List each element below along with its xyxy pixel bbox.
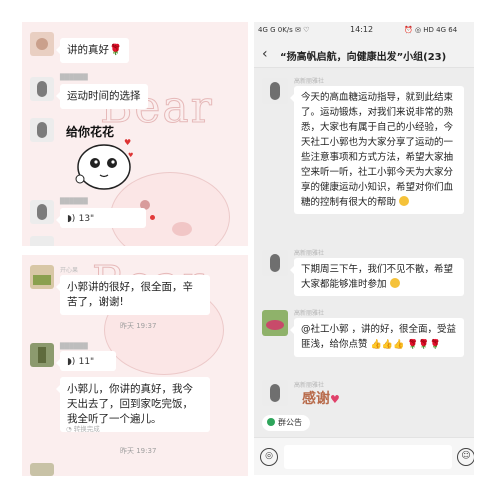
avatar[interactable] xyxy=(30,118,54,142)
svg-text:♥: ♥ xyxy=(128,152,133,159)
rose-icon: 🌹🌹🌹 xyxy=(407,340,441,350)
conversion-note: ◔ 转换完成 xyxy=(66,425,100,433)
sender-name: ██████ xyxy=(60,198,88,205)
chat-title: “扬高帆启航，向健康出发”小组(23) xyxy=(280,52,447,63)
message-text: 感谢 xyxy=(302,391,330,407)
bear-nose xyxy=(172,222,192,236)
sender-name: 高新丽雅社 xyxy=(294,310,325,317)
voice-wave-icon: ◗) xyxy=(67,357,76,367)
avatar[interactable] xyxy=(30,32,54,56)
message-bubble[interactable]: 讲的真好🌹 xyxy=(55,38,130,63)
message-bubble[interactable]: 小郭讲的很好，很全面，辛苦了，谢谢! xyxy=(56,275,210,315)
heart-icon: ♥ xyxy=(330,393,340,406)
avatar[interactable] xyxy=(262,310,288,336)
status-bar: 4G G 0K/s ✉ ♡ 14:12 ⏰ ◎ HD 4G 64 xyxy=(254,22,474,40)
avatar[interactable] xyxy=(30,200,54,224)
avatar[interactable] xyxy=(262,250,288,276)
sticker-text[interactable]: 感谢♥ xyxy=(302,388,340,408)
sticker-face-icon: ♥ ♥ xyxy=(75,138,133,190)
left-chat-panel-top: Bear 讲的真好🌹 ██████ 运动时间的选择 给你花花 ♥ ♥ █████… xyxy=(22,22,248,246)
group-announcement-button[interactable]: 群公告 xyxy=(262,415,310,431)
voice-wave-icon: ◗) xyxy=(67,214,76,224)
message-text: 小郭儿，你讲的真好，我今天出去了，回到家吃完饭，我全听了一个遍儿。 xyxy=(67,383,193,425)
conversion-note-text: 转换完成 xyxy=(73,425,100,433)
message-text: 运动时间的选择 xyxy=(67,90,141,102)
message-input[interactable] xyxy=(284,445,452,469)
avatar[interactable] xyxy=(262,78,288,104)
announcement-icon xyxy=(267,418,275,426)
voice-input-icon[interactable]: ◎ xyxy=(260,448,278,466)
svg-text:♥: ♥ xyxy=(124,138,131,147)
avatar[interactable] xyxy=(30,343,54,367)
voice-message-bubble[interactable]: ◗) 13" xyxy=(56,208,146,228)
voice-duration: 13" xyxy=(78,214,95,224)
sticker-image[interactable]: 给你花花 ♥ ♥ xyxy=(62,117,142,197)
status-time: 14:12 xyxy=(350,25,374,34)
avatar[interactable] xyxy=(30,463,54,476)
voice-message-bubble[interactable]: ◗) 11" xyxy=(56,351,116,371)
message-bubble[interactable]: 下期周三下午，我们不见不散，希望大家都能够准时参加 xyxy=(290,258,464,296)
status-left: 4G G 0K/s ✉ ♡ xyxy=(258,26,310,34)
status-right: ⏰ ◎ HD 4G 64 xyxy=(404,26,458,34)
smile-emoji-icon xyxy=(399,196,410,206)
message-time: 昨天 19:37 xyxy=(120,447,157,455)
sender-name: ██████ xyxy=(60,74,88,81)
avatar[interactable] xyxy=(30,77,54,101)
back-arrow-icon[interactable]: ‹ xyxy=(262,46,268,62)
message-bubble[interactable]: 运动时间的选择 xyxy=(56,84,148,109)
avatar[interactable] xyxy=(262,380,288,406)
input-bar: ◎ ☺ xyxy=(254,437,474,475)
emoji-glyph: ☺ xyxy=(461,451,471,461)
announcement-label: 群公告 xyxy=(278,418,302,427)
left-chat-panel-bottom: Bear 开心果 小郭讲的很好，很全面，辛苦了，谢谢! 昨天 19:37 ███… xyxy=(22,255,248,476)
phone-chat-screen: 4G G 0K/s ✉ ♡ 14:12 ⏰ ◎ HD 4G 64 ‹ “扬高帆启… xyxy=(254,22,474,475)
message-text: 下期周三下午，我们不见不散，希望大家都能够准时参加 xyxy=(301,264,454,290)
avatar[interactable] xyxy=(30,236,54,246)
emoji-icon[interactable]: ☺ xyxy=(457,448,474,466)
voice-duration: 11" xyxy=(78,357,95,367)
sender-name: ██████ xyxy=(60,343,88,350)
voice-input-glyph: ◎ xyxy=(265,451,273,461)
grin-emoji-icon xyxy=(389,278,400,288)
message-bubble[interactable]: 今天的高血糖运动指导，就到此结束了。运动锻炼，对我们来说非常的熟悉，大家也有属于… xyxy=(290,86,464,214)
chat-title-bar: ‹ “扬高帆启航，向健康出发”小组(23) xyxy=(254,40,474,68)
unread-dot xyxy=(150,215,155,220)
sender-name: 开心果 xyxy=(60,267,79,274)
message-bubble[interactable]: @社工小郭 ，讲的好，很全面，受益匪浅，给你点赞 👍👍👍 🌹🌹🌹 xyxy=(290,318,464,357)
thumbs-up-icon: 👍👍👍 xyxy=(370,340,405,350)
message-text: 今天的高血糖运动指导，就到此结束了。运动锻炼，对我们来说非常的熟悉，大家也有属于… xyxy=(301,92,454,208)
sender-name: 高新丽雅社 xyxy=(294,250,325,257)
screenshot-collage: Bear 讲的真好🌹 ██████ 运动时间的选择 给你花花 ♥ ♥ █████… xyxy=(0,0,497,497)
message-text: 小郭讲的很好，很全面，辛苦了，谢谢! xyxy=(67,281,193,308)
sender-name: 高新丽雅社 xyxy=(294,78,325,85)
message-text: 讲的真好🌹 xyxy=(67,44,123,56)
message-time: 昨天 19:37 xyxy=(120,322,157,330)
avatar[interactable] xyxy=(30,265,54,289)
